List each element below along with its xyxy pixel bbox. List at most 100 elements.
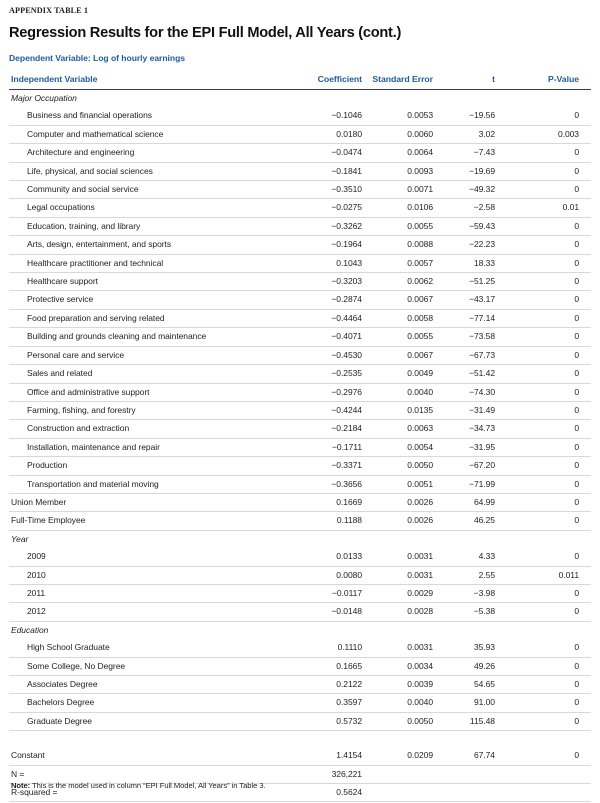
- cell-variable: Food preparation and serving related: [9, 309, 291, 329]
- cell-standard-error: 0.0063: [366, 419, 451, 439]
- cell-p-value: 0.01: [521, 198, 591, 218]
- cell-t: 49.26: [451, 657, 521, 677]
- table-body: Major Occupation Business and financial o…: [9, 90, 591, 803]
- cell-p-value: 0: [521, 235, 591, 255]
- cell-p-value: 0: [521, 511, 591, 531]
- table-group-row: Year: [9, 530, 591, 548]
- cell-variable: Bachelors Degree: [9, 693, 291, 713]
- table-row: Architecture and engineering −0.0474 0.006…: [9, 143, 591, 163]
- cell-coefficient: 0.1110: [291, 639, 366, 658]
- cell-coefficient: [291, 90, 366, 108]
- cell-standard-error: 0.0034: [366, 657, 451, 677]
- cell-p-value: 0: [521, 639, 591, 658]
- cell-p-value: 0: [521, 548, 591, 567]
- cell-p-value: [521, 90, 591, 108]
- table-row: Transportation and material moving −0.365…: [9, 475, 591, 494]
- cell-variable: Installation, maintenance and repair: [9, 438, 291, 458]
- cell-coefficient: −0.4244: [291, 401, 366, 421]
- cell-p-value: 0: [521, 475, 591, 494]
- cell-variable: Arts, design, entertainment, and sports: [9, 235, 291, 255]
- cell-t: [451, 530, 521, 548]
- cell-variable: Sales and related: [9, 364, 291, 384]
- cell-t: 64.99: [451, 493, 521, 513]
- cell-standard-error: 0.0060: [366, 125, 451, 145]
- cell-variable: Constant: [9, 747, 291, 766]
- cell-standard-error: 0.0055: [366, 327, 451, 347]
- cell-coefficient: 0.5732: [291, 712, 366, 732]
- cell-standard-error: 0.0031: [366, 548, 451, 567]
- cell-p-value: 0: [521, 254, 591, 274]
- cell-t: −67.73: [451, 346, 521, 366]
- cell-p-value: 0: [521, 217, 591, 237]
- table-row: Legal occupations −0.0275 0.0106 −2.58 0.01: [9, 198, 591, 218]
- cell-standard-error: 0.0050: [366, 456, 451, 476]
- cell-variable: Transportation and material moving: [9, 475, 291, 494]
- cell-standard-error: [366, 621, 451, 639]
- table-spacer-row: [9, 731, 591, 748]
- cell-coefficient: 0.3597: [291, 693, 366, 713]
- cell-p-value: [521, 621, 591, 639]
- column-header-t: t: [451, 74, 521, 90]
- table-row: Personal care and service −0.4530 0.0067 −6…: [9, 346, 591, 366]
- cell-standard-error: 0.0057: [366, 254, 451, 274]
- cell-coefficient: −0.0148: [291, 602, 366, 622]
- cell-t: −49.32: [451, 180, 521, 200]
- cell-variable: Healthcare support: [9, 272, 291, 292]
- table-row: Graduate Degree 0.5732 0.0050 115.48 0: [9, 712, 591, 732]
- cell-t: −77.14: [451, 309, 521, 329]
- cell-standard-error: [366, 783, 451, 803]
- cell-variable: Computer and mathematical science: [9, 125, 291, 145]
- cell-variable: Construction and extraction: [9, 419, 291, 439]
- cell-variable: Production: [9, 456, 291, 476]
- cell-p-value: 0: [521, 602, 591, 622]
- regression-results-table: Independent Variable Coefficient Standar…: [9, 74, 591, 803]
- cell-standard-error: 0.0071: [366, 180, 451, 200]
- cell-p-value: 0: [521, 419, 591, 439]
- cell-variable: 2010: [9, 566, 291, 585]
- table-row: Sales and related −0.2535 0.0049 −51.42 0: [9, 364, 591, 384]
- cell-coefficient: [291, 530, 366, 548]
- cell-t: −71.99: [451, 475, 521, 494]
- cell-variable: Graduate Degree: [9, 712, 291, 732]
- cell-variable: Healthcare practitioner and technical: [9, 254, 291, 274]
- cell-coefficient: −0.2535: [291, 364, 366, 384]
- table-row: Full-Time Employee 0.1188 0.0026 46.25 0: [9, 511, 591, 531]
- cell-p-value: 0: [521, 180, 591, 200]
- cell-t: −7.43: [451, 143, 521, 163]
- cell-variable: Associates Degree: [9, 675, 291, 695]
- cell-p-value: 0: [521, 657, 591, 677]
- cell-coefficient: −0.3262: [291, 217, 366, 237]
- cell-t: −3.98: [451, 584, 521, 604]
- cell-t: −51.42: [451, 364, 521, 384]
- table-row: Arts, design, entertainment, and sports −…: [9, 235, 591, 255]
- cell-variable: Major Occupation: [11, 93, 77, 103]
- table-row: Constant 1.4154 0.0209 67.74 0: [9, 747, 591, 766]
- cell-standard-error: 0.0135: [366, 401, 451, 421]
- cell-t: [451, 783, 521, 803]
- cell-coefficient: 0.0180: [291, 125, 366, 145]
- cell-standard-error: 0.0058: [366, 309, 451, 329]
- table-row: Installation, maintenance and repair −0.1…: [9, 438, 591, 458]
- cell-standard-error: [366, 765, 451, 785]
- cell-p-value: 0: [521, 456, 591, 476]
- cell-t: −19.56: [451, 107, 521, 126]
- cell-t: 18.33: [451, 254, 521, 274]
- table-row: 2010 0.0080 0.0031 2.55 0.011: [9, 566, 591, 585]
- table-row: Food preparation and serving related −0.4…: [9, 309, 591, 329]
- cell-coefficient: −0.2976: [291, 383, 366, 402]
- cell-standard-error: 0.0093: [366, 162, 451, 182]
- cell-variable: [9, 731, 291, 748]
- cell-p-value: 0: [521, 327, 591, 347]
- cell-standard-error: 0.0026: [366, 511, 451, 531]
- cell-coefficient: 1.4154: [291, 747, 366, 766]
- cell-t: [451, 621, 521, 639]
- cell-coefficient: [291, 731, 366, 748]
- cell-t: 3.02: [451, 125, 521, 145]
- cell-p-value: 0: [521, 438, 591, 458]
- cell-standard-error: 0.0049: [366, 364, 451, 384]
- cell-t: −43.17: [451, 290, 521, 310]
- cell-t: 67.74: [451, 747, 521, 766]
- cell-standard-error: 0.0029: [366, 584, 451, 604]
- cell-coefficient: 0.1669: [291, 493, 366, 513]
- cell-variable: Community and social service: [9, 180, 291, 200]
